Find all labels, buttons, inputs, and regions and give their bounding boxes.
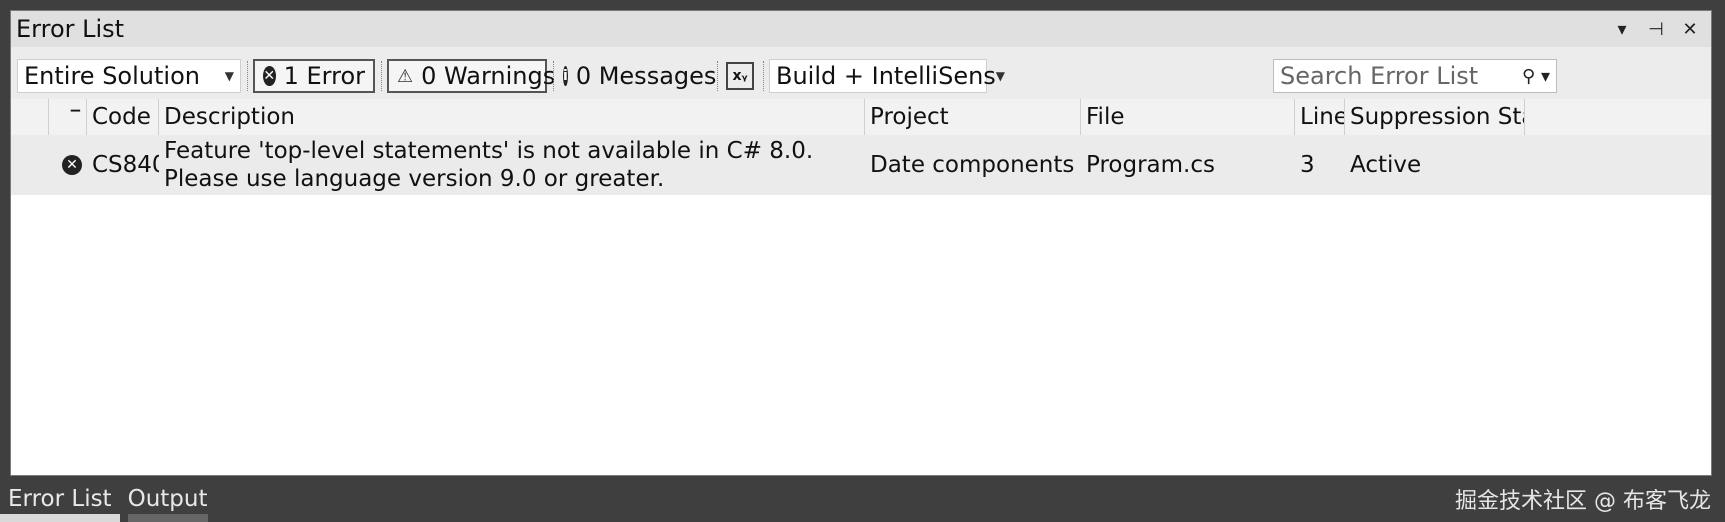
chevron-down-icon: ▼ (224, 69, 234, 83)
search-placeholder: Search Error List (1280, 62, 1479, 90)
watermark: 掘金技术社区 @ 布客飞龙 (1455, 489, 1711, 514)
column-header-file[interactable]: File (1081, 99, 1295, 135)
column-header-blank (11, 99, 49, 135)
panel-title-bar: Error List ▾ ⊣ ✕ (11, 11, 1711, 47)
toolbar-separator (553, 61, 555, 91)
info-icon: i (563, 66, 568, 86)
tab-error-list[interactable]: Error List (0, 476, 120, 522)
error-project[interactable]: Date components (865, 135, 1081, 195)
dropdown-arrow-icon[interactable]: ▾ (1611, 19, 1633, 40)
error-suppression-state[interactable]: Active (1345, 135, 1525, 195)
toolbar-separator (763, 61, 765, 91)
toolbar-separator (247, 61, 249, 91)
messages-count-label: 0 Messages (575, 62, 717, 90)
error-icon: ✕ (263, 66, 276, 86)
window-controls: ▾ ⊣ ✕ (1611, 19, 1711, 40)
column-header-line[interactable]: Line (1295, 99, 1345, 135)
error-list-panel: Error List ▾ ⊣ ✕ Entire Solution ▼ ✕ 1 E… (10, 10, 1712, 476)
toolbar-separator (717, 61, 719, 91)
tab-output[interactable]: Output (120, 476, 216, 522)
table-header: ▔ Code Description Project File Line Sup… (11, 99, 1711, 136)
toolbar-separator (381, 61, 383, 91)
error-icon: ✕ (49, 135, 87, 195)
error-table: ▔ Code Description Project File Line Sup… (11, 99, 1711, 475)
messages-filter-button[interactable]: i 0 Messages (559, 59, 716, 93)
errors-filter-button[interactable]: ✕ 1 Error (253, 59, 375, 93)
scope-dropdown-value: Entire Solution (24, 62, 200, 90)
table-row[interactable]: ✕ CS8400 Feature 'top-level statements' … (11, 135, 1711, 195)
close-icon[interactable]: ✕ (1679, 19, 1701, 40)
column-header-severity[interactable]: ▔ (49, 99, 87, 135)
column-header-suppression-state[interactable]: Suppression State (1345, 99, 1525, 135)
column-header-project[interactable]: Project (865, 99, 1081, 135)
filter-button[interactable]: xᵧ (723, 59, 757, 93)
pin-icon[interactable]: ⊣ (1645, 19, 1667, 40)
errors-count-label: 1 Error (283, 62, 365, 90)
warnings-count-label: 0 Warnings (421, 62, 556, 90)
panel-title: Error List (16, 15, 125, 43)
search-input[interactable]: Search Error List ⚲ ▾ (1273, 59, 1557, 93)
build-source-value: Build + IntelliSens (776, 62, 996, 90)
search-icon[interactable]: ⚲ ▾ (1522, 66, 1550, 87)
warnings-filter-button[interactable]: ⚠ 0 Warnings (387, 59, 555, 93)
error-list-toolbar: Entire Solution ▼ ✕ 1 Error ⚠ 0 Warnings… (11, 51, 1711, 99)
column-header-description[interactable]: Description (159, 99, 865, 135)
filter-icon: xᵧ (726, 62, 754, 90)
error-file[interactable]: Program.cs (1081, 135, 1295, 195)
error-line[interactable]: 3 (1295, 135, 1345, 195)
scope-dropdown[interactable]: Entire Solution ▼ (17, 59, 241, 93)
sort-icon: ▔ (70, 110, 80, 124)
build-source-dropdown[interactable]: Build + IntelliSens ▼ (769, 59, 1005, 93)
error-code[interactable]: CS8400 (87, 135, 159, 195)
error-description[interactable]: Feature 'top-level statements' is not av… (159, 135, 865, 195)
warning-icon: ⚠ (397, 65, 414, 87)
chevron-down-icon: ▼ (995, 69, 1006, 83)
column-header-code[interactable]: Code (87, 99, 159, 135)
